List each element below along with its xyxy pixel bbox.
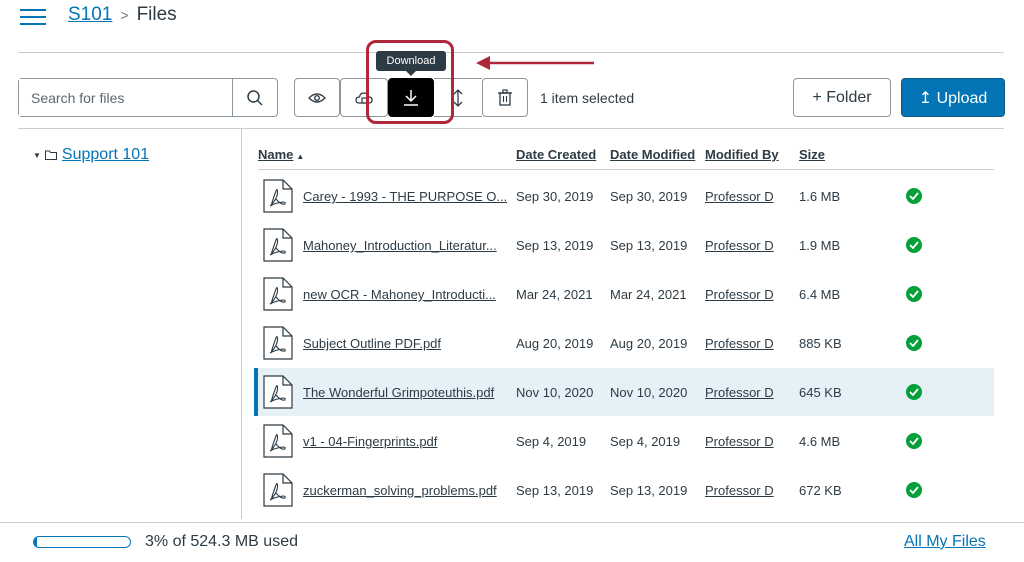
folder-tree-item-support-101[interactable]: ▼ Support 101 xyxy=(33,146,149,164)
breadcrumb-current: Files xyxy=(136,4,177,25)
file-name-link[interactable]: v1 - 04-Fingerprints.pdf xyxy=(303,434,437,449)
storage-quota-bar xyxy=(33,536,131,548)
add-folder-button[interactable]: + Folder xyxy=(793,78,891,117)
hamburger-menu-icon[interactable] xyxy=(20,6,46,28)
pdf-file-icon xyxy=(263,277,293,314)
date-created-cell: Sep 13, 2019 xyxy=(516,238,594,253)
column-header-size[interactable]: Size xyxy=(799,147,825,162)
selection-count: 1 item selected xyxy=(540,90,635,106)
tooltip-pointer xyxy=(406,71,416,76)
date-modified-cell: Aug 20, 2019 xyxy=(610,336,688,351)
date-modified-cell: Sep 13, 2019 xyxy=(610,238,688,253)
file-size-cell: 885 KB xyxy=(799,336,842,351)
published-check-icon[interactable] xyxy=(906,384,922,400)
view-button[interactable] xyxy=(294,78,340,117)
date-modified-cell: Sep 4, 2019 xyxy=(610,434,681,449)
column-header-date-modified[interactable]: Date Modified xyxy=(610,147,695,162)
toolbar-divider xyxy=(18,128,1004,129)
modified-by-link[interactable]: Professor D xyxy=(705,483,774,498)
table-row[interactable]: v1 - 04-Fingerprints.pdf Sep 4, 2019 Sep 4… xyxy=(258,417,994,465)
download-tooltip: Download xyxy=(376,51,446,71)
search-icon xyxy=(247,89,263,106)
eye-icon xyxy=(308,92,326,103)
published-check-icon[interactable] xyxy=(906,433,922,449)
pdf-file-icon xyxy=(263,228,293,265)
file-name-link[interactable]: The Wonderful Grimpoteuthis.pdf xyxy=(303,385,494,400)
pdf-file-icon xyxy=(263,179,293,216)
published-check-icon[interactable] xyxy=(906,335,922,351)
date-modified-cell: Nov 10, 2020 xyxy=(610,385,688,400)
modified-by-link[interactable]: Professor D xyxy=(705,336,774,351)
published-check-icon[interactable] xyxy=(906,188,922,204)
date-modified-cell: Sep 30, 2019 xyxy=(610,189,688,204)
search-box xyxy=(18,78,278,117)
table-row[interactable]: Subject Outline PDF.pdf Aug 20, 2019 Aug 2… xyxy=(258,319,994,367)
table-row[interactable]: The Wonderful Grimpoteuthis.pdf Nov 10, 2… xyxy=(254,368,994,416)
file-size-cell: 672 KB xyxy=(799,483,842,498)
date-modified-cell: Sep 13, 2019 xyxy=(610,483,688,498)
pdf-file-icon xyxy=(263,473,293,510)
folder-icon xyxy=(44,150,57,160)
modified-by-link[interactable]: Professor D xyxy=(705,189,774,204)
date-modified-cell: Mar 24, 2021 xyxy=(610,287,687,302)
table-row[interactable]: Carey - 1993 - THE PURPOSE O... Sep 30, 2… xyxy=(258,172,994,220)
table-row[interactable]: new OCR - Mahoney_Introducti... Mar 24, 2… xyxy=(258,270,994,318)
all-my-files-link[interactable]: All My Files xyxy=(904,533,986,551)
file-name-link[interactable]: zuckerman_solving_problems.pdf xyxy=(303,483,497,498)
sidebar-divider xyxy=(241,129,242,519)
modified-by-link[interactable]: Professor D xyxy=(705,287,774,302)
file-size-cell: 1.6 MB xyxy=(799,189,841,204)
expand-caret-icon[interactable]: ▼ xyxy=(33,151,41,160)
published-check-icon[interactable] xyxy=(906,237,922,253)
pdf-file-icon xyxy=(263,326,293,363)
file-name-link[interactable]: new OCR - Mahoney_Introducti... xyxy=(303,287,496,302)
date-created-cell: Sep 30, 2019 xyxy=(516,189,594,204)
folder-tree-label[interactable]: Support 101 xyxy=(62,146,149,164)
sort-ascending-icon: ▲ xyxy=(296,152,305,161)
file-name-link[interactable]: Subject Outline PDF.pdf xyxy=(303,336,441,351)
modified-by-link[interactable]: Professor D xyxy=(705,434,774,449)
modified-by-link[interactable]: Professor D xyxy=(705,238,774,253)
file-name-link[interactable]: Carey - 1993 - THE PURPOSE O... xyxy=(303,189,507,204)
search-button[interactable] xyxy=(233,79,277,116)
date-created-cell: Mar 24, 2021 xyxy=(516,287,593,302)
move-arrows-icon xyxy=(453,88,463,107)
table-header-divider xyxy=(258,169,994,170)
published-check-icon[interactable] xyxy=(906,286,922,302)
search-input[interactable] xyxy=(19,79,233,116)
breadcrumb-course-link[interactable]: S101 xyxy=(68,4,112,26)
table-row[interactable]: Mahoney_Introduction_Literatur... Sep 13,… xyxy=(258,221,994,269)
file-name-link[interactable]: Mahoney_Introduction_Literatur... xyxy=(303,238,497,253)
date-created-cell: Aug 20, 2019 xyxy=(516,336,594,351)
breadcrumb: S101 > Files xyxy=(68,4,177,26)
delete-button[interactable] xyxy=(482,78,528,117)
footer-divider xyxy=(0,522,1024,523)
storage-quota-text: 3% of 524.3 MB used xyxy=(145,533,298,550)
column-header-date-created[interactable]: Date Created xyxy=(516,147,596,162)
date-created-cell: Sep 13, 2019 xyxy=(516,483,594,498)
header-divider xyxy=(18,52,1004,53)
modified-by-link[interactable]: Professor D xyxy=(705,385,774,400)
upload-button[interactable]: ↥ Upload xyxy=(901,78,1005,117)
storage-quota-fill xyxy=(34,537,37,547)
file-size-cell: 645 KB xyxy=(799,385,842,400)
trash-icon xyxy=(498,88,512,106)
column-header-modified-by[interactable]: Modified By xyxy=(705,147,779,162)
table-row[interactable]: zuckerman_solving_problems.pdf Sep 13, 20… xyxy=(258,466,994,514)
pdf-file-icon xyxy=(263,375,293,412)
date-created-cell: Sep 4, 2019 xyxy=(516,434,587,449)
file-size-cell: 1.9 MB xyxy=(799,238,841,253)
date-created-cell: Nov 10, 2020 xyxy=(516,385,594,400)
breadcrumb-separator: > xyxy=(120,7,129,23)
pdf-file-icon xyxy=(263,424,293,461)
file-size-cell: 6.4 MB xyxy=(799,287,841,302)
annotation-arrow-icon xyxy=(476,56,594,70)
published-check-icon[interactable] xyxy=(906,482,922,498)
column-header-name[interactable]: Name ▲ xyxy=(258,147,304,162)
file-size-cell: 4.6 MB xyxy=(799,434,841,449)
